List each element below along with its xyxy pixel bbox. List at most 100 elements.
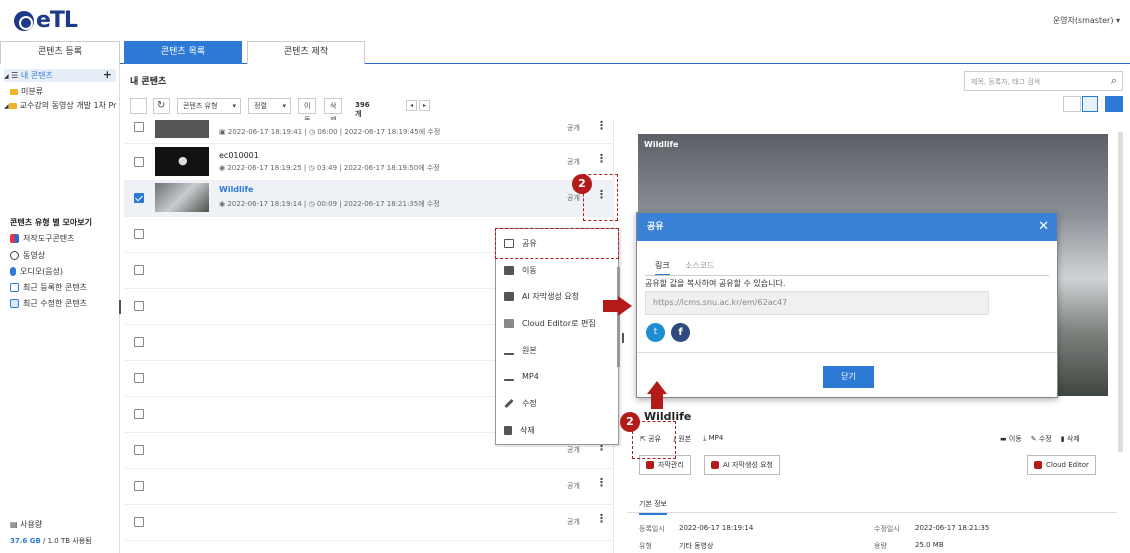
list-icon: ☰ bbox=[11, 71, 19, 80]
delete-button[interactable]: 삭제 bbox=[324, 98, 343, 124]
expand-icon[interactable]: ◢ bbox=[4, 73, 9, 80]
more-icon[interactable]: ⋮ bbox=[596, 477, 607, 488]
row-checkbox[interactable] bbox=[134, 229, 144, 239]
menu-label: 원본 bbox=[522, 346, 537, 355]
size-value: 25.0 MB bbox=[915, 541, 944, 549]
clock-icon: ◷ bbox=[309, 128, 316, 136]
category-audio[interactable]: 오디오(음성) bbox=[10, 266, 63, 277]
list-item[interactable]: 공개 ⋮ bbox=[124, 469, 614, 505]
ai-subtitle-icon bbox=[504, 292, 514, 301]
content-type-select[interactable]: 콘텐츠 유형 ▾ bbox=[177, 98, 241, 114]
main-tabs: 콘텐츠 등록 콘텐츠 목록 콘텐츠 제작 bbox=[0, 38, 1130, 64]
menu-item-cloud-editor[interactable]: Cloud Editor로 편집 bbox=[504, 318, 596, 329]
list-item-selected[interactable]: Wildlife ◉ 2022-06-17 18:19:14 | ◷ 00:09… bbox=[124, 181, 614, 217]
refresh-icon[interactable]: ↻ bbox=[153, 98, 170, 114]
list-scrollbar[interactable] bbox=[617, 267, 620, 367]
sidebar-resize-handle[interactable] bbox=[119, 300, 121, 314]
detail-move-button[interactable]: ▬ 이동 bbox=[1000, 434, 1022, 444]
tab-link[interactable]: 링크 bbox=[655, 260, 670, 276]
more-icon[interactable]: ⋮ bbox=[596, 153, 607, 164]
detail-actions-right: ▬ 이동 ✎ 수정 ▮ 삭제 bbox=[1000, 434, 1080, 444]
row-checkbox[interactable] bbox=[134, 373, 144, 383]
close-button[interactable]: 닫기 bbox=[823, 366, 874, 388]
search-icon[interactable]: ⌕ bbox=[1111, 74, 1117, 88]
share-url-field[interactable]: https://lcms.snu.ac.kr/em/62ac47 bbox=[645, 291, 989, 315]
row-title[interactable]: Wildlife bbox=[219, 185, 253, 194]
search-input[interactable]: 제목, 등록자, 태그 검색 ⌕ bbox=[964, 71, 1123, 91]
tab-source-code[interactable]: 소스코드 bbox=[685, 260, 714, 271]
detail-scrollbar[interactable] bbox=[1118, 132, 1123, 452]
view-list-icon[interactable] bbox=[1063, 96, 1081, 112]
tab-content-register[interactable]: 콘텐츠 등록 bbox=[0, 41, 120, 64]
view-split-icon[interactable] bbox=[1105, 96, 1123, 112]
detail-mp4-button[interactable]: ⤓ MP4 bbox=[703, 434, 723, 444]
row-checkbox[interactable] bbox=[134, 122, 144, 132]
menu-item-mp4[interactable]: MP4 bbox=[504, 372, 539, 381]
menu-item-edit[interactable]: 수정 bbox=[504, 398, 537, 409]
chevron-down-icon: ▾ bbox=[282, 102, 286, 110]
row-checkbox[interactable] bbox=[134, 193, 144, 203]
row-checkbox[interactable] bbox=[134, 301, 144, 311]
tab-content-create[interactable]: 콘텐츠 제작 bbox=[247, 41, 365, 64]
tree-label: 내 콘텐츠 bbox=[20, 71, 53, 80]
menu-item-delete[interactable]: 삭제 bbox=[504, 425, 535, 436]
microphone-icon: ◉ bbox=[219, 164, 226, 172]
select-all-checkbox[interactable] bbox=[130, 98, 147, 114]
row-checkbox[interactable] bbox=[134, 409, 144, 419]
cloud-editor-button[interactable]: Cloud Editor bbox=[1027, 455, 1096, 475]
row-checkbox[interactable] bbox=[134, 265, 144, 275]
twitter-icon[interactable]: t bbox=[646, 323, 665, 342]
expand-icon[interactable]: ◢ bbox=[4, 103, 9, 110]
list-item[interactable]: 공개 ⋮ bbox=[124, 505, 614, 541]
move-button[interactable]: 이동 bbox=[298, 98, 317, 124]
ai-subtitle-icon bbox=[711, 461, 719, 469]
usage-total: / 1.0 TB 사용됨 bbox=[43, 537, 92, 545]
search-placeholder: 제목, 등록자, 태그 검색 bbox=[971, 78, 1041, 86]
row-checkbox[interactable] bbox=[134, 157, 144, 167]
detail-edit-button[interactable]: ✎ 수정 bbox=[1031, 434, 1052, 444]
sort-select[interactable]: 정렬 ▾ bbox=[248, 98, 291, 114]
row-checkbox[interactable] bbox=[134, 481, 144, 491]
ai-subtitle-button[interactable]: AI 자막생성 요청 bbox=[704, 455, 780, 475]
row-checkbox[interactable] bbox=[134, 517, 144, 527]
video-icon: ▣ bbox=[219, 128, 226, 136]
folder-icon bbox=[8, 102, 17, 109]
arrow-shaft bbox=[651, 393, 663, 409]
list-item[interactable]: ▣ 2022-06-17 18:19:41 | ◷ 06:00 | 2022-0… bbox=[124, 120, 614, 144]
tab-content-list[interactable]: 콘텐츠 목록 bbox=[124, 41, 242, 64]
category-recent-modified[interactable]: 최근 수정한 콘텐츠 bbox=[10, 298, 87, 309]
detail-delete-button[interactable]: ▮ 삭제 bbox=[1061, 434, 1080, 444]
tree-my-content[interactable]: ◢ ☰ 내 콘텐츠 + bbox=[4, 69, 116, 82]
menu-item-move[interactable]: 이동 bbox=[504, 265, 537, 276]
view-detail-icon[interactable] bbox=[1082, 96, 1098, 112]
share-description: 공유할 값을 복사하여 공유할 수 있습니다. bbox=[645, 279, 786, 288]
tree-lecture-project[interactable]: ◢ 교수강의 동영상 개발 1차 Pr bbox=[4, 100, 120, 111]
row-checkbox[interactable] bbox=[134, 337, 144, 347]
menu-item-ai-subtitle[interactable]: AI 자막생성 요청 bbox=[504, 291, 579, 302]
etl-logo[interactable]: eTL bbox=[14, 9, 78, 33]
row-checkbox[interactable] bbox=[134, 445, 144, 455]
public-status: 공개 bbox=[567, 482, 580, 490]
add-folder-icon[interactable]: + bbox=[103, 69, 112, 81]
more-icon[interactable]: ⋮ bbox=[596, 513, 607, 524]
next-page-icon[interactable]: ▸ bbox=[419, 100, 430, 111]
category-video[interactable]: 동영상 bbox=[10, 250, 45, 261]
button-label: Cloud Editor bbox=[1046, 461, 1089, 469]
row-title[interactable]: ec010001 bbox=[219, 151, 259, 160]
prev-page-icon[interactable]: ◂ bbox=[406, 100, 417, 111]
facebook-icon[interactable]: f bbox=[671, 323, 690, 342]
more-icon[interactable]: ⋮ bbox=[596, 120, 607, 131]
close-icon[interactable]: ✕ bbox=[1038, 213, 1049, 241]
usage-used: 37.6 GB bbox=[10, 537, 41, 545]
usage-label: ▤ 사용량 bbox=[10, 519, 42, 530]
public-status: 공개 bbox=[567, 124, 580, 132]
tree-uncategorized[interactable]: 미분류 bbox=[10, 86, 43, 97]
list-item[interactable]: ● ec010001 ◉ 2022-06-17 18:19:25 | ◷ 03:… bbox=[124, 145, 614, 181]
public-status: 공개 bbox=[567, 158, 580, 166]
panel-resize-handle[interactable] bbox=[622, 333, 624, 343]
category-authoring[interactable]: 저작도구콘텐츠 bbox=[10, 233, 75, 244]
menu-label: 삭제 bbox=[520, 426, 535, 435]
menu-item-original[interactable]: 원본 bbox=[504, 345, 537, 356]
category-recent-registered[interactable]: 최근 등록한 콘텐츠 bbox=[10, 282, 87, 293]
user-menu[interactable]: 운영자(smaster) ▾ bbox=[1053, 15, 1120, 26]
